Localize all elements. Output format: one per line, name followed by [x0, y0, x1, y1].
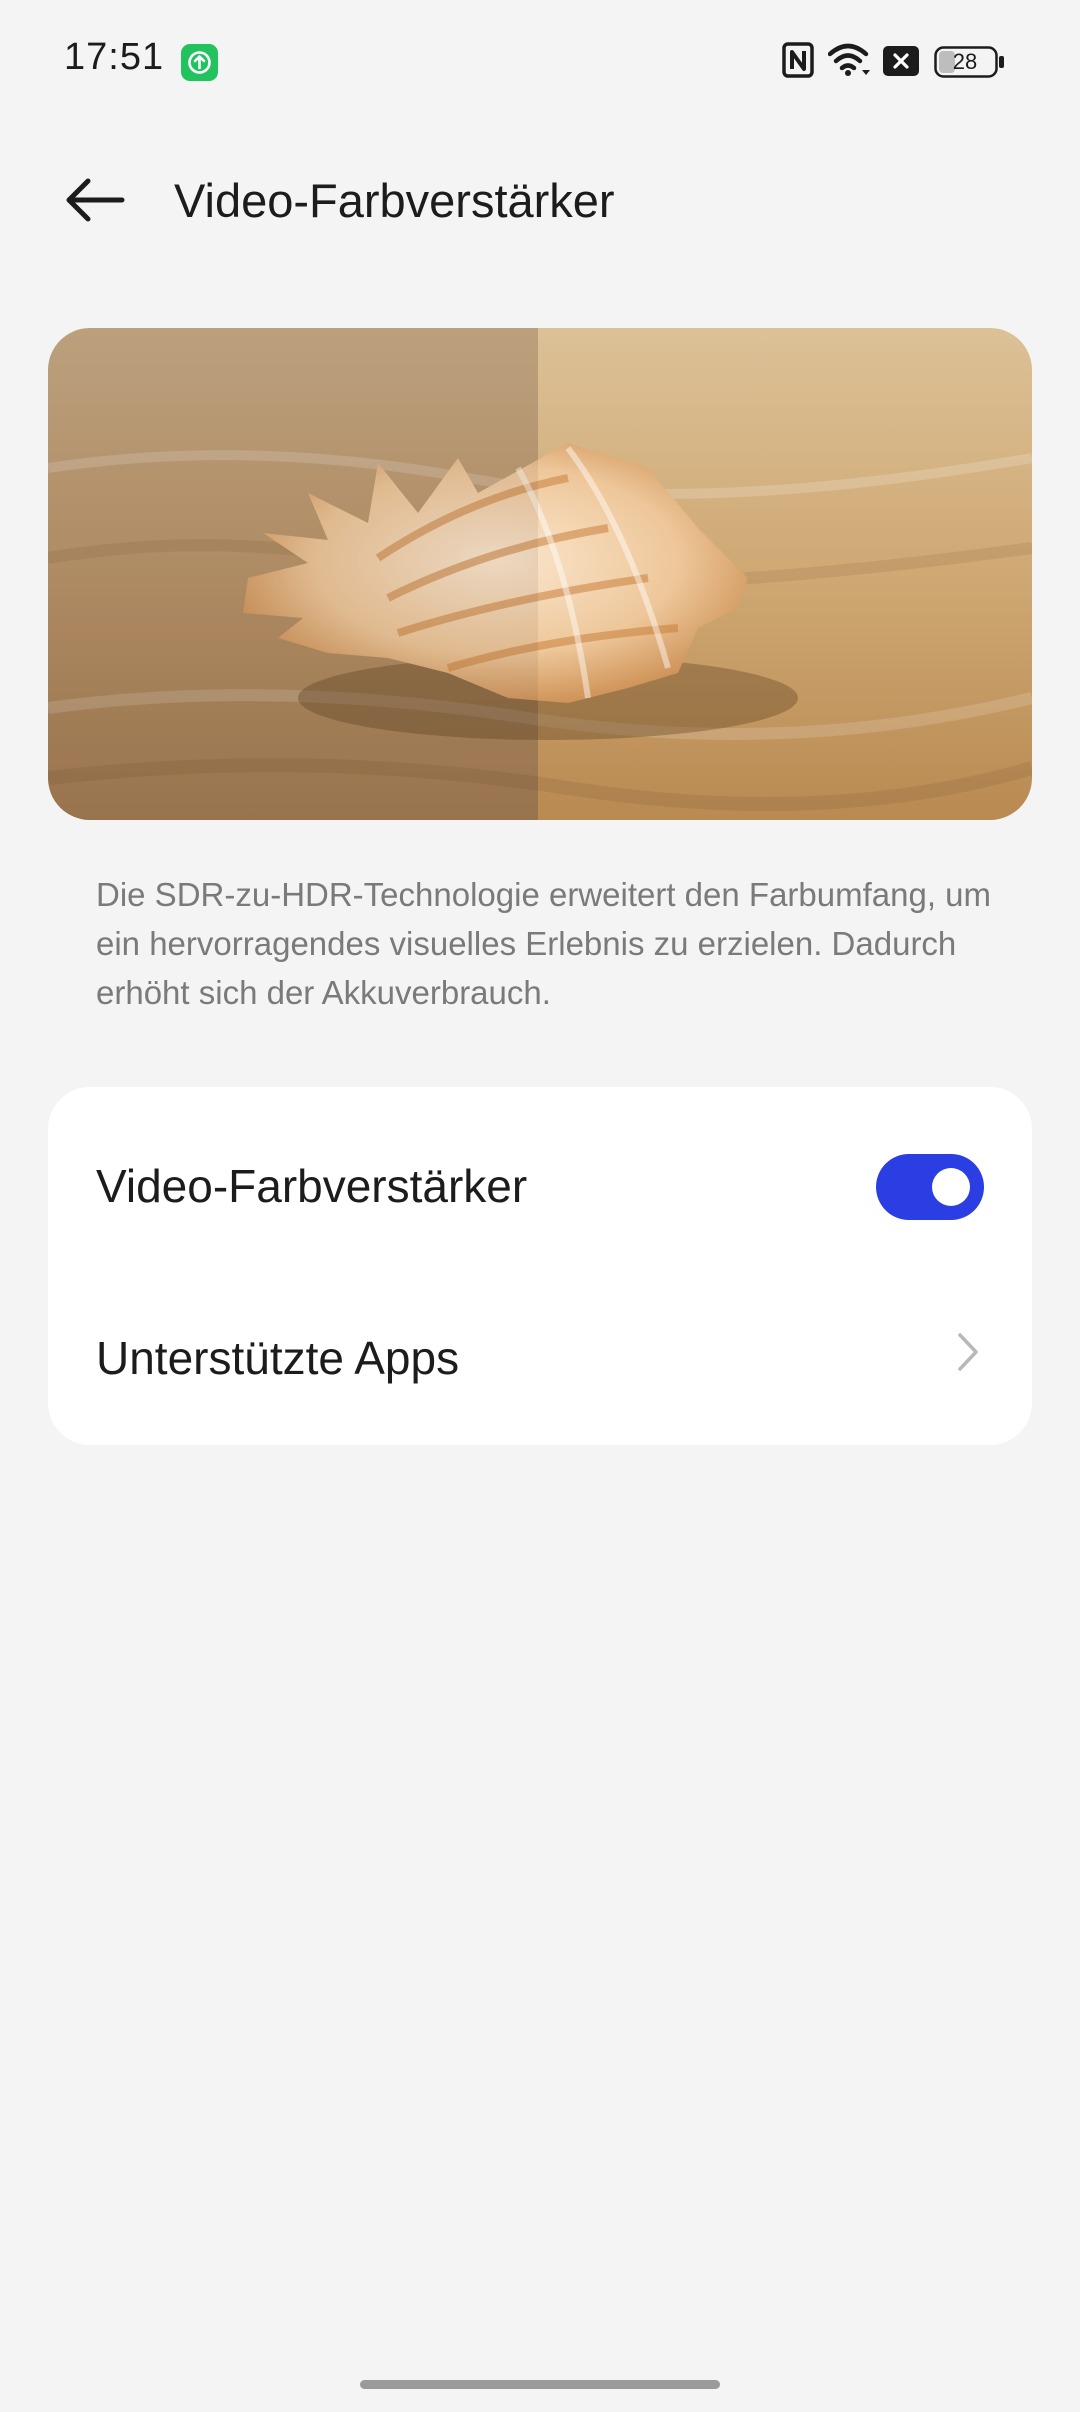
toggle-knob	[932, 1168, 970, 1206]
feature-description: Die SDR-zu-HDR-Technologie erweitert den…	[96, 876, 992, 1011]
close-box-icon	[883, 46, 919, 76]
back-button[interactable]	[62, 170, 132, 230]
setting-row-supported-apps[interactable]: Unterstützte Apps	[48, 1277, 1032, 1445]
page-title: Video-Farbverstärker	[174, 174, 615, 227]
video-color-enhancer-toggle[interactable]	[876, 1154, 984, 1220]
status-bar: 17:51 28	[0, 0, 1080, 124]
battery-icon: 28	[934, 46, 1006, 78]
setting-label: Video-Farbverstärker	[96, 1160, 528, 1212]
setting-row-video-color-enhancer[interactable]: Video-Farbverstärker	[48, 1087, 1032, 1277]
nfc-icon	[782, 42, 814, 78]
hero-image	[48, 328, 1032, 820]
settings-card: Video-Farbverstärker Unterstützte Apps	[48, 1087, 1032, 1445]
arrow-left-icon	[66, 178, 125, 222]
chevron-right-icon	[958, 1333, 978, 1371]
home-indicator[interactable]	[360, 2380, 720, 2389]
status-time: 17:51	[64, 36, 165, 78]
battery-level: 28	[952, 49, 978, 74]
wifi-icon	[828, 43, 870, 76]
upload-arrow-icon	[181, 44, 218, 81]
setting-label: Unterstützte Apps	[96, 1332, 460, 1384]
